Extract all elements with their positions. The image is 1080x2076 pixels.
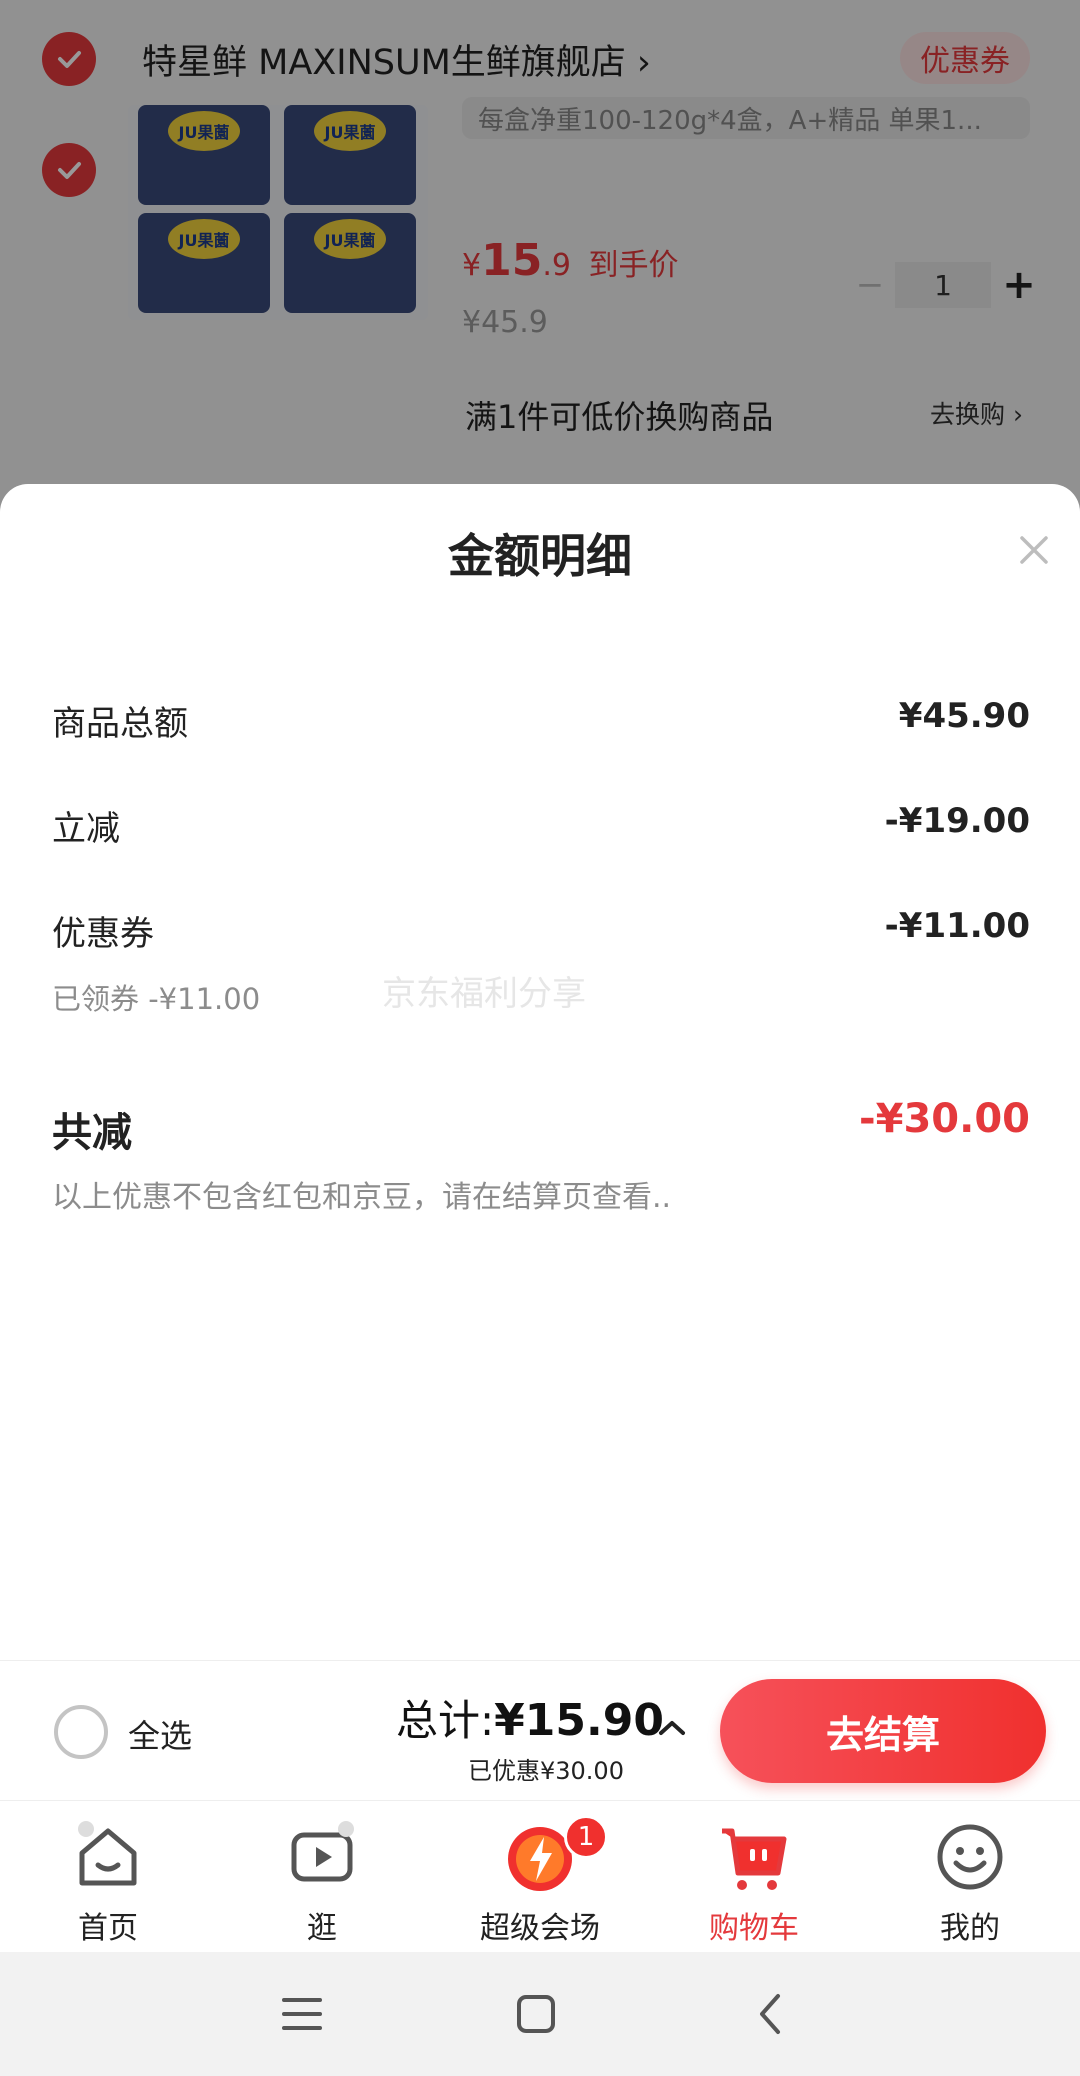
subtotal-value: ¥45.90: [898, 696, 1030, 736]
instant-discount-label: 立减: [52, 809, 120, 849]
saved-amount: 已优惠¥30.00: [468, 1757, 624, 1785]
menu-icon[interactable]: [278, 1990, 326, 2038]
cart-icon: [722, 1828, 787, 1890]
back-icon[interactable]: [748, 1990, 796, 2038]
home-button-icon[interactable]: [512, 1990, 560, 2038]
total-discount-value: -¥30.00: [859, 1096, 1030, 1142]
subtotal-label: 商品总额: [52, 704, 188, 744]
coupon-note: 已领券 -¥11.00: [52, 982, 261, 1016]
home-icon: [78, 1821, 137, 1886]
smile-icon: [937, 1824, 1003, 1890]
tab-mine[interactable]: 我的: [890, 1817, 1050, 1947]
tab-browse[interactable]: 逛: [242, 1817, 402, 1947]
total-price: 总计:¥15.90: [396, 1695, 664, 1746]
select-all-radio[interactable]: [54, 1705, 108, 1759]
bottom-tab-bar: 首页 逛 1 超级会场 购物车 我的: [0, 1800, 1080, 1952]
coupon-label: 优惠券: [52, 914, 154, 954]
tab-super-venue[interactable]: 1 超级会场: [460, 1815, 620, 1947]
select-all-label[interactable]: 全选: [128, 1711, 192, 1757]
notification-badge: 1: [564, 1815, 608, 1859]
system-navigation-bar: [0, 1952, 1080, 2076]
checkout-button[interactable]: 去结算: [720, 1679, 1046, 1783]
settlement-bar: 全选 总计:¥15.90 已优惠¥30.00 去结算: [0, 1660, 1080, 1800]
watermark-text: 京东福利分享: [382, 974, 586, 1014]
discount-disclaimer: 以上优惠不包含红包和京豆，请在结算页查看..: [52, 1180, 672, 1215]
total-discount-label: 共减: [52, 1110, 132, 1156]
close-icon[interactable]: [1012, 528, 1056, 572]
chevron-up-icon[interactable]: [656, 1717, 688, 1737]
sheet-title: 金额明细: [448, 529, 632, 583]
instant-discount-value: -¥19.00: [884, 801, 1030, 841]
play-icon: [291, 1821, 354, 1882]
coupon-value: -¥11.00: [884, 906, 1030, 946]
tab-home[interactable]: 首页: [28, 1817, 188, 1947]
overlay-scrim[interactable]: [0, 0, 1080, 520]
tab-cart[interactable]: 购物车: [674, 1817, 834, 1947]
